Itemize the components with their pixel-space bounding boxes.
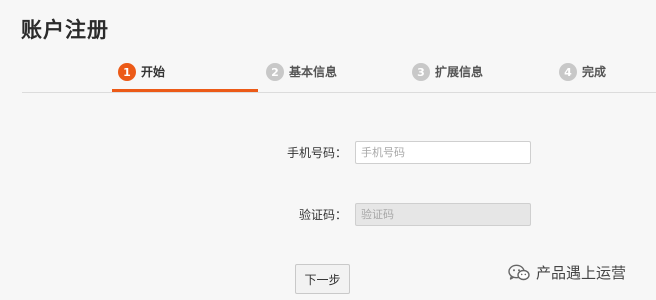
step-label-basic-info: 基本信息	[289, 65, 338, 79]
step-complete: 4 完成	[559, 63, 606, 91]
step-number-3: 3	[412, 63, 430, 81]
code-row: 验证码：	[267, 203, 531, 226]
step-label-start: 开始	[141, 65, 166, 79]
step-indicator: 1 开始 2 基本信息 3 扩展信息 4 完成	[22, 58, 656, 93]
verification-code-input[interactable]	[355, 203, 531, 226]
step-label-complete: 完成	[582, 65, 607, 79]
code-label: 验证码：	[298, 208, 347, 222]
step-number-4: 4	[559, 63, 577, 81]
phone-row: 手机号码：	[267, 141, 531, 164]
step-basic-info: 2 基本信息	[266, 63, 337, 91]
wechat-icon	[508, 264, 530, 280]
phone-input[interactable]	[355, 141, 531, 164]
next-step-button[interactable]: 下一步	[295, 264, 350, 294]
page-title: 账户注册	[21, 18, 109, 42]
active-step-underline	[112, 89, 258, 92]
watermark-text: 产品遇上运营	[536, 264, 627, 282]
step-number-2: 2	[266, 63, 284, 81]
step-label-extended-info: 扩展信息	[435, 65, 484, 79]
step-extended-info: 3 扩展信息	[412, 63, 483, 91]
step-start: 1 开始	[118, 63, 165, 91]
phone-label: 手机号码：	[286, 146, 347, 160]
step-number-1: 1	[118, 63, 136, 81]
watermark: 产品遇上运营	[508, 262, 626, 283]
